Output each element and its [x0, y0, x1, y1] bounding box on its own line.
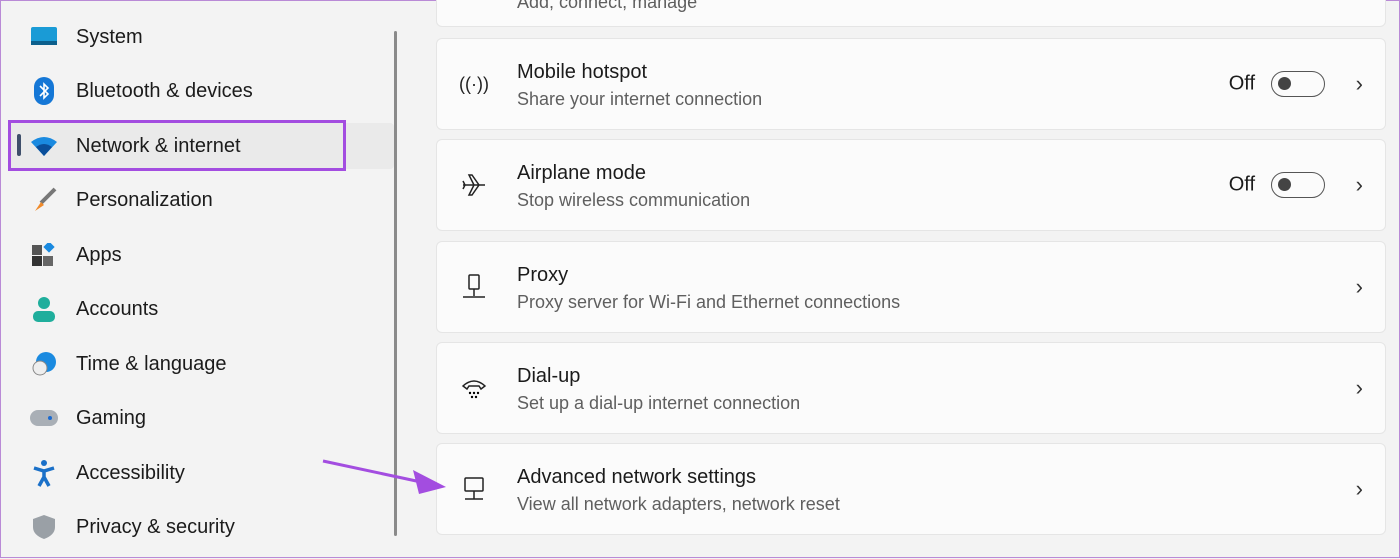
hotspot-icon: ((·)): [459, 73, 489, 94]
person-icon: [29, 296, 59, 322]
sidebar-item-personalization[interactable]: Personalization: [9, 177, 394, 223]
sidebar-item-privacy[interactable]: Privacy & security: [9, 504, 394, 550]
chevron-right-icon: ›: [1355, 274, 1363, 299]
accessibility-icon: [29, 460, 59, 487]
chevron-right-icon: ›: [1355, 71, 1363, 96]
network-adapter-icon: [459, 474, 489, 504]
brush-icon: [29, 187, 59, 213]
annotation-arrow-icon: [322, 459, 446, 494]
sidebar-item-gaming[interactable]: Gaming: [9, 395, 394, 441]
sidebar-item-system[interactable]: System: [9, 14, 394, 60]
highlight-box: [8, 120, 346, 171]
card-mobile-hotspot[interactable]: ((·)) Mobile hotspot Share your internet…: [436, 38, 1386, 130]
dialup-icon: [459, 373, 489, 403]
bluetooth-icon: [29, 77, 59, 105]
card-airplane-mode[interactable]: Airplane mode Stop wireless communicatio…: [436, 139, 1386, 231]
globe-clock-icon: [29, 351, 59, 377]
sidebar-item-time-language[interactable]: Time & language: [9, 341, 394, 387]
apps-icon: [29, 242, 59, 268]
monitor-icon: [29, 24, 59, 50]
proxy-icon: [459, 272, 489, 302]
airplane-mode-toggle[interactable]: [1271, 172, 1325, 198]
sidebar-item-apps[interactable]: Apps: [9, 232, 394, 278]
sidebar-item-bluetooth[interactable]: Bluetooth & devices: [9, 68, 394, 114]
airplane-icon: [459, 170, 489, 200]
card-partial[interactable]: Add, connect, manage: [436, 0, 1386, 27]
card-advanced-network-settings[interactable]: Advanced network settings View all netwo…: [436, 443, 1386, 535]
shield-icon: [29, 514, 59, 540]
card-dial-up[interactable]: Dial-up Set up a dial-up internet connec…: [436, 342, 1386, 434]
gamepad-icon: [29, 405, 59, 431]
chevron-right-icon: ›: [1355, 375, 1363, 400]
card-proxy[interactable]: Proxy Proxy server for Wi-Fi and Etherne…: [436, 241, 1386, 333]
chevron-right-icon: ›: [1355, 172, 1363, 197]
sidebar-item-accounts[interactable]: Accounts: [9, 286, 394, 332]
mobile-hotspot-toggle[interactable]: [1271, 71, 1325, 97]
chevron-right-icon: ›: [1355, 476, 1363, 501]
